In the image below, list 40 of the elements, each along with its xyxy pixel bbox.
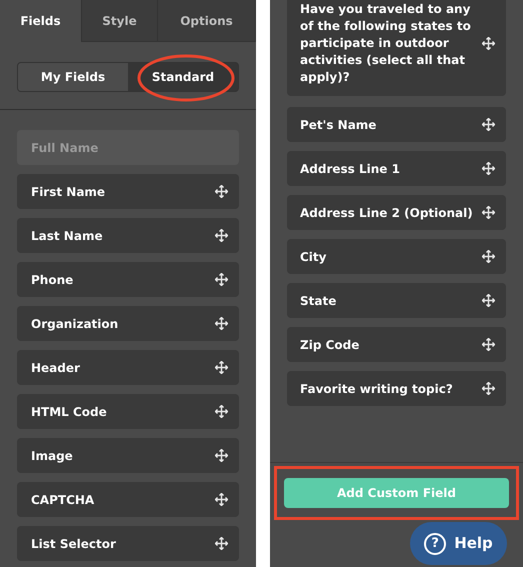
field-item[interactable]: Have you traveled to any of the following states to participate in outdoor activities (select all that apply)? (287, 0, 506, 96)
move-icon (215, 361, 228, 374)
move-icon (215, 449, 228, 462)
move-icon (215, 405, 228, 418)
field-item[interactable]: Header (17, 350, 239, 385)
segment-button[interactable]: My Fields (18, 63, 128, 91)
move-icon (215, 317, 228, 330)
help-button[interactable]: ? Help (410, 522, 507, 565)
move-icon (482, 37, 495, 50)
segment-button[interactable]: Standard (128, 63, 238, 91)
field-item[interactable]: Last Name (17, 218, 239, 253)
field-item[interactable]: Organization (17, 306, 239, 341)
field-item[interactable]: Favorite writing topic? (287, 371, 506, 406)
field-item[interactable]: Address Line 1 (287, 151, 506, 186)
move-icon (215, 185, 228, 198)
field-item[interactable]: State (287, 283, 506, 318)
tab[interactable]: Style (82, 0, 158, 42)
field-item[interactable]: HTML Code (17, 394, 239, 429)
move-icon (215, 229, 228, 242)
field-item[interactable]: City (287, 239, 506, 274)
move-icon (482, 250, 495, 263)
move-icon (482, 206, 495, 219)
field-item[interactable]: Address Line 2 (Optional) (287, 195, 506, 230)
help-icon: ? (424, 532, 446, 554)
tab[interactable]: Options (158, 0, 256, 42)
move-icon (215, 493, 228, 506)
field-item[interactable]: Phone (17, 262, 239, 297)
field-item[interactable]: First Name (17, 174, 239, 209)
move-icon (482, 162, 495, 175)
move-icon (482, 118, 495, 131)
move-icon (215, 537, 228, 550)
move-icon (482, 338, 495, 351)
field-item[interactable]: Pet's Name (287, 107, 506, 142)
field-item[interactable]: Image (17, 438, 239, 473)
field-item[interactable]: Zip Code (287, 327, 506, 362)
field-item[interactable]: List Selector (17, 526, 239, 561)
move-icon (215, 273, 228, 286)
field-item[interactable]: CAPTCHA (17, 482, 239, 517)
move-icon (482, 294, 495, 307)
move-icon (482, 382, 495, 395)
